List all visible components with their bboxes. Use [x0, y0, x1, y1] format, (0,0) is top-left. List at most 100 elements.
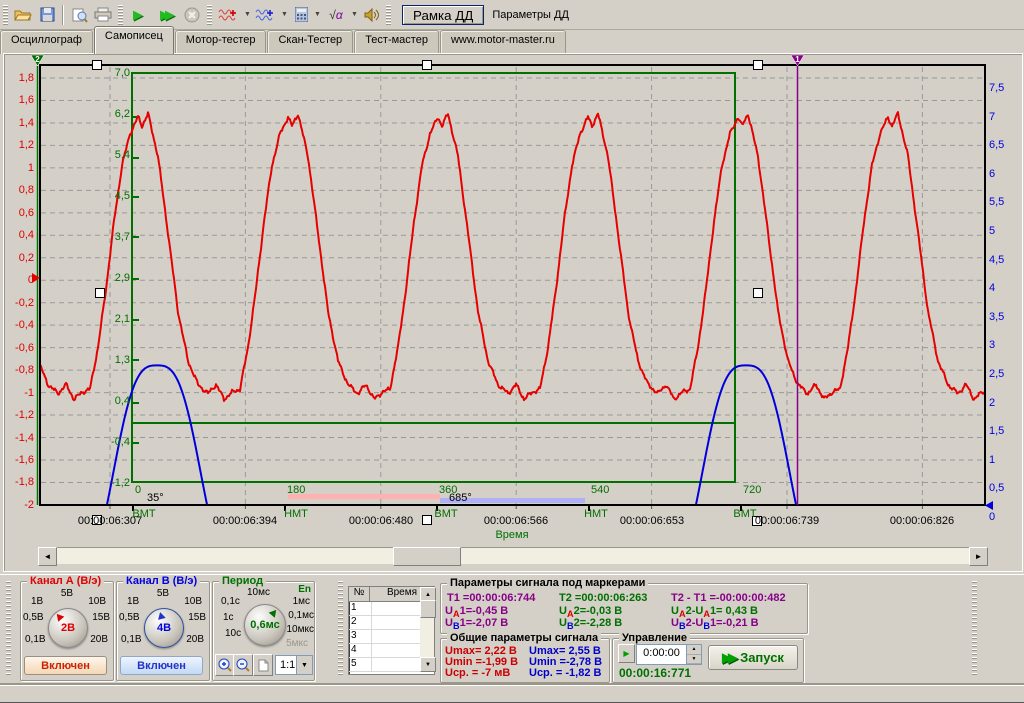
panel-grip[interactable]	[972, 581, 977, 677]
params-dd-button[interactable]: Параметры ДД	[484, 7, 577, 23]
red-axis-label: -1,6	[0, 454, 34, 466]
red-axis-label: 0,4	[0, 229, 34, 241]
spin-up-icon[interactable]: ▲	[687, 645, 701, 655]
tab-oscillograph[interactable]: Осциллограф	[0, 30, 93, 54]
fast-forward-icon[interactable]: ▶▶	[150, 4, 180, 26]
red-axis-label: 0,2	[0, 252, 34, 264]
chart-horizontal-scrollbar[interactable]: ◄ ►	[38, 547, 988, 564]
scale-label: 0,1В	[121, 634, 142, 645]
knob-pointer-icon	[54, 611, 65, 622]
red-axis-label: -0,6	[0, 342, 34, 354]
stroke-phase-label: ВМТ	[124, 508, 164, 520]
calculator-dropdown-icon[interactable]: ▼	[313, 11, 322, 18]
sqrt-alpha-icon[interactable]: √α	[322, 4, 350, 26]
blue-wave-icon[interactable]	[252, 4, 280, 26]
combo-dropdown-icon[interactable]: ▼	[296, 656, 312, 674]
toolbar-grip[interactable]	[386, 5, 391, 25]
blue-axis-label: 4,5	[989, 254, 1004, 266]
toolbar-grip[interactable]	[3, 5, 8, 25]
period-knob[interactable]: 0,6мс	[244, 604, 286, 646]
col-header-num: №	[349, 587, 370, 601]
red-wave-icon[interactable]	[215, 4, 243, 26]
table-scroll-thumb[interactable]	[420, 600, 436, 618]
blue-axis-label: 7	[989, 111, 995, 123]
calculator-icon[interactable]	[289, 4, 313, 26]
time-axis-label: 00:00:06:566	[476, 515, 556, 527]
scale-label: 10мкс	[287, 624, 315, 635]
red-wave-dropdown-icon[interactable]: ▼	[243, 11, 252, 18]
channel-a-range-value: 2В	[61, 622, 75, 634]
spin-arrows[interactable]: ▲▼	[686, 645, 701, 664]
open-folder-icon[interactable]	[11, 4, 35, 26]
time-axis-label: 00:00:06:653	[612, 515, 692, 527]
ramka-dd-button[interactable]: Рамка ДД	[402, 5, 484, 25]
period-groupbox: Период En 10мс 0,1с 1мс 1с 0,1мс 10с 10м…	[212, 581, 315, 681]
timer-play-icon[interactable]: ▶	[618, 644, 635, 663]
spin-down-icon[interactable]: ▼	[687, 655, 701, 665]
channel-a-range-knob[interactable]: 2В	[48, 608, 88, 648]
play-icon[interactable]: ▶	[126, 4, 150, 26]
red-axis-label: -1	[0, 387, 34, 399]
print-preview-icon[interactable]	[67, 4, 91, 26]
blue-axis-label: 3,5	[989, 311, 1004, 323]
toolbar-grip[interactable]	[118, 5, 123, 25]
knob-pointer-icon	[156, 611, 166, 620]
blue-axis-label: 3	[989, 339, 995, 351]
table-scrollbar[interactable]: ▲ ▼	[420, 587, 434, 672]
scale-ratio-combobox[interactable]: 1:1 ▼	[275, 655, 313, 675]
tab-test-master[interactable]: Тест-мастер	[354, 30, 439, 54]
uavg-b: Uср. = -1,82 В	[529, 667, 601, 679]
blue-wave-dropdown-icon[interactable]: ▼	[280, 11, 289, 18]
tab-scan-tester[interactable]: Скан-Тестер	[267, 30, 353, 54]
blue-axis-label: 2,5	[989, 368, 1004, 380]
new-page-button[interactable]	[253, 654, 273, 676]
print-icon[interactable]	[91, 4, 115, 26]
time-marks-table[interactable]: № Время 1 2 3 4 5 ▲ ▼	[348, 586, 435, 675]
channel-a-title: Канал А (В/э)	[27, 575, 104, 587]
scale-label: 15В	[188, 612, 206, 623]
channel-b-range-value: 4В	[157, 622, 171, 634]
bottom-control-panel: Канал А (В/э) 5В 1В 10В 0,5В 15В 0,1В 20…	[0, 574, 1024, 685]
zoom-in-button[interactable]	[215, 654, 235, 676]
channel-a-groupbox: Канал А (В/э) 5В 1В 10В 0,5В 15В 0,1В 20…	[20, 581, 114, 681]
blue-axis-label: 4	[989, 282, 995, 294]
channel-b-enabled-button[interactable]: Включен	[120, 656, 203, 675]
scroll-right-arrow-icon[interactable]: ►	[969, 547, 988, 566]
common-params-groupbox: Общие параметры сигнала Umax= 2,22 В Umi…	[440, 638, 610, 683]
scale-label: 0,1с	[221, 596, 240, 607]
blue-axis-label: 6,5	[989, 139, 1004, 151]
green-axis-label: -1,2	[86, 477, 130, 489]
zoom-out-button[interactable]	[233, 654, 253, 676]
scrollbar-thumb[interactable]	[393, 547, 461, 566]
scale-label: 10мс	[247, 587, 270, 598]
t2-t1-value: T2 - T1 =-00:00:00:482	[671, 592, 786, 604]
green-axis-label: 1,3	[86, 354, 130, 366]
sqrt-alpha-dropdown-icon[interactable]: ▼	[350, 11, 359, 18]
blue-axis-label: 2	[989, 397, 995, 409]
channel-b-range-knob[interactable]: 4В	[144, 608, 184, 648]
panel-grip[interactable]	[6, 581, 11, 677]
toolbar-grip[interactable]	[207, 5, 212, 25]
tab-website[interactable]: www.motor-master.ru	[440, 30, 566, 54]
stroke-phase-label: НМТ	[576, 508, 616, 520]
channel-a-enabled-button[interactable]: Включен	[24, 656, 107, 675]
green-axis-label: 2,9	[86, 272, 130, 284]
red-axis-label: 0,6	[0, 207, 34, 219]
scale-label: 1с	[223, 612, 234, 623]
scroll-left-arrow-icon[interactable]: ◄	[38, 547, 57, 566]
start-button[interactable]: ▶▶ Запуск	[708, 645, 798, 670]
angle-annotation: 35°	[147, 492, 164, 504]
scale-label: 5мкс	[286, 638, 308, 649]
speaker-icon[interactable]	[359, 4, 383, 26]
scale-label: 15В	[92, 612, 110, 623]
tab-motor-tester[interactable]: Мотор-тестер	[175, 30, 267, 54]
timer-spinbox[interactable]: 0:00:00 ▲▼	[636, 644, 702, 665]
scroll-down-icon[interactable]: ▼	[420, 657, 436, 672]
stop-icon[interactable]	[180, 4, 204, 26]
blue-axis-label: 1	[989, 454, 995, 466]
red-axis-label: 1,8	[0, 72, 34, 84]
panel-grip[interactable]	[338, 581, 343, 677]
angle-axis-label: 540	[591, 484, 609, 496]
save-icon[interactable]	[35, 4, 59, 26]
tab-recorder[interactable]: Самописец	[94, 26, 174, 54]
